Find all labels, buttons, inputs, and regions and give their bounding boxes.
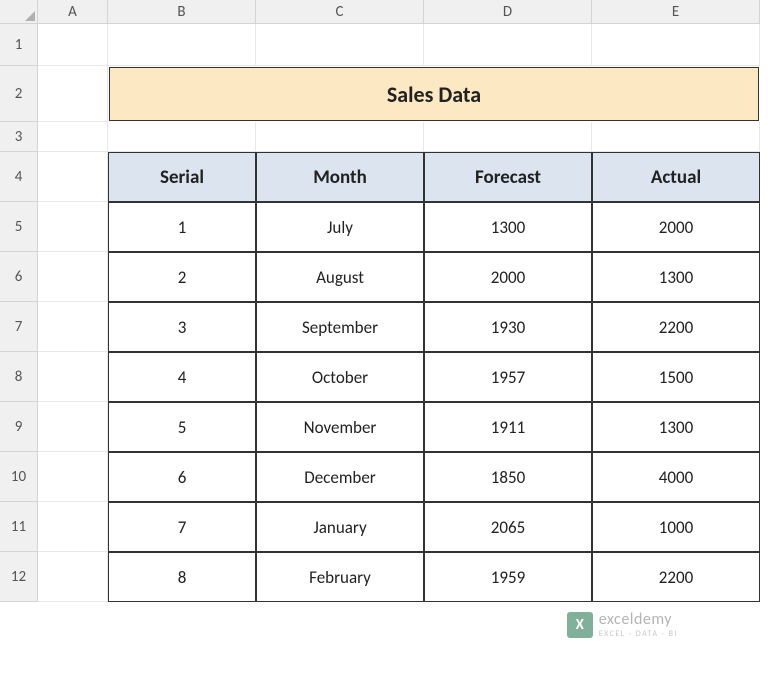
cell-serial[interactable]: 8 (108, 552, 256, 602)
cell-a3[interactable] (38, 122, 108, 152)
cell-forecast[interactable]: 1300 (424, 202, 592, 252)
cell-a11[interactable] (38, 502, 108, 552)
cell-e1[interactable] (592, 24, 760, 66)
select-all-corner[interactable] (0, 0, 38, 24)
title-cell[interactable]: Sales Data (109, 67, 759, 121)
cell-a9[interactable] (38, 402, 108, 452)
cell-month[interactable]: October (256, 352, 424, 402)
cell-serial[interactable]: 4 (108, 352, 256, 402)
cell-month[interactable]: August (256, 252, 424, 302)
col-header-d[interactable]: D (424, 0, 592, 24)
row-header-11[interactable]: 11 (0, 502, 38, 552)
row-header-9[interactable]: 9 (0, 402, 38, 452)
row-header-8[interactable]: 8 (0, 352, 38, 402)
row-header-6[interactable]: 6 (0, 252, 38, 302)
row-header-4[interactable]: 4 (0, 152, 38, 202)
cell-a12[interactable] (38, 552, 108, 602)
cell-e3[interactable] (592, 122, 760, 152)
watermark: X exceldemy EXCEL · DATA · BI (567, 610, 678, 639)
cell-forecast[interactable]: 2000 (424, 252, 592, 302)
cell-a8[interactable] (38, 352, 108, 402)
col-header-c[interactable]: C (256, 0, 424, 24)
cell-b3[interactable] (108, 122, 256, 152)
cell-actual[interactable]: 2200 (592, 302, 760, 352)
col-header-b[interactable]: B (108, 0, 256, 24)
cell-actual[interactable]: 1500 (592, 352, 760, 402)
col-header-e[interactable]: E (592, 0, 760, 24)
cell-a10[interactable] (38, 452, 108, 502)
cell-a2[interactable] (38, 66, 108, 122)
cell-forecast[interactable]: 1957 (424, 352, 592, 402)
cell-actual[interactable]: 2200 (592, 552, 760, 602)
cell-b1[interactable] (108, 24, 256, 66)
header-month[interactable]: Month (256, 152, 424, 202)
cell-a5[interactable] (38, 202, 108, 252)
cell-a7[interactable] (38, 302, 108, 352)
cell-forecast[interactable]: 1930 (424, 302, 592, 352)
cell-month[interactable]: February (256, 552, 424, 602)
cell-serial[interactable]: 5 (108, 402, 256, 452)
cell-month[interactable]: July (256, 202, 424, 252)
spreadsheet-grid[interactable]: A B C D E 1 2 3 4 5 6 7 8 9 10 11 12 Sal… (0, 0, 768, 652)
cell-forecast[interactable]: 1911 (424, 402, 592, 452)
cell-serial[interactable]: 3 (108, 302, 256, 352)
cell-serial[interactable]: 6 (108, 452, 256, 502)
row-header-12[interactable]: 12 (0, 552, 38, 602)
cell-serial[interactable]: 1 (108, 202, 256, 252)
header-actual[interactable]: Actual (592, 152, 760, 202)
cell-c3[interactable] (256, 122, 424, 152)
cell-a4[interactable] (38, 152, 108, 202)
row-header-2[interactable]: 2 (0, 66, 38, 122)
row-header-3[interactable]: 3 (0, 122, 38, 152)
cell-a1[interactable] (38, 24, 108, 66)
cell-a6[interactable] (38, 252, 108, 302)
watermark-brand: exceldemy (599, 610, 678, 629)
cell-actual[interactable]: 2000 (592, 202, 760, 252)
cell-month[interactable]: January (256, 502, 424, 552)
cell-forecast[interactable]: 2065 (424, 502, 592, 552)
cell-d1[interactable] (424, 24, 592, 66)
header-forecast[interactable]: Forecast (424, 152, 592, 202)
cell-actual[interactable]: 4000 (592, 452, 760, 502)
col-header-a[interactable]: A (38, 0, 108, 24)
excel-icon: X (567, 612, 593, 638)
cell-actual[interactable]: 1300 (592, 252, 760, 302)
cell-actual[interactable]: 1000 (592, 502, 760, 552)
row-header-5[interactable]: 5 (0, 202, 38, 252)
cell-actual[interactable]: 1300 (592, 402, 760, 452)
cell-d3[interactable] (424, 122, 592, 152)
cell-serial[interactable]: 2 (108, 252, 256, 302)
cell-c1[interactable] (256, 24, 424, 66)
cell-month[interactable]: September (256, 302, 424, 352)
cell-month[interactable]: November (256, 402, 424, 452)
header-serial[interactable]: Serial (108, 152, 256, 202)
cell-forecast[interactable]: 1959 (424, 552, 592, 602)
row-header-1[interactable]: 1 (0, 24, 38, 66)
cell-forecast[interactable]: 1850 (424, 452, 592, 502)
watermark-tagline: EXCEL · DATA · BI (599, 629, 678, 639)
cell-month[interactable]: December (256, 452, 424, 502)
row-header-10[interactable]: 10 (0, 452, 38, 502)
cell-serial[interactable]: 7 (108, 502, 256, 552)
row-header-7[interactable]: 7 (0, 302, 38, 352)
